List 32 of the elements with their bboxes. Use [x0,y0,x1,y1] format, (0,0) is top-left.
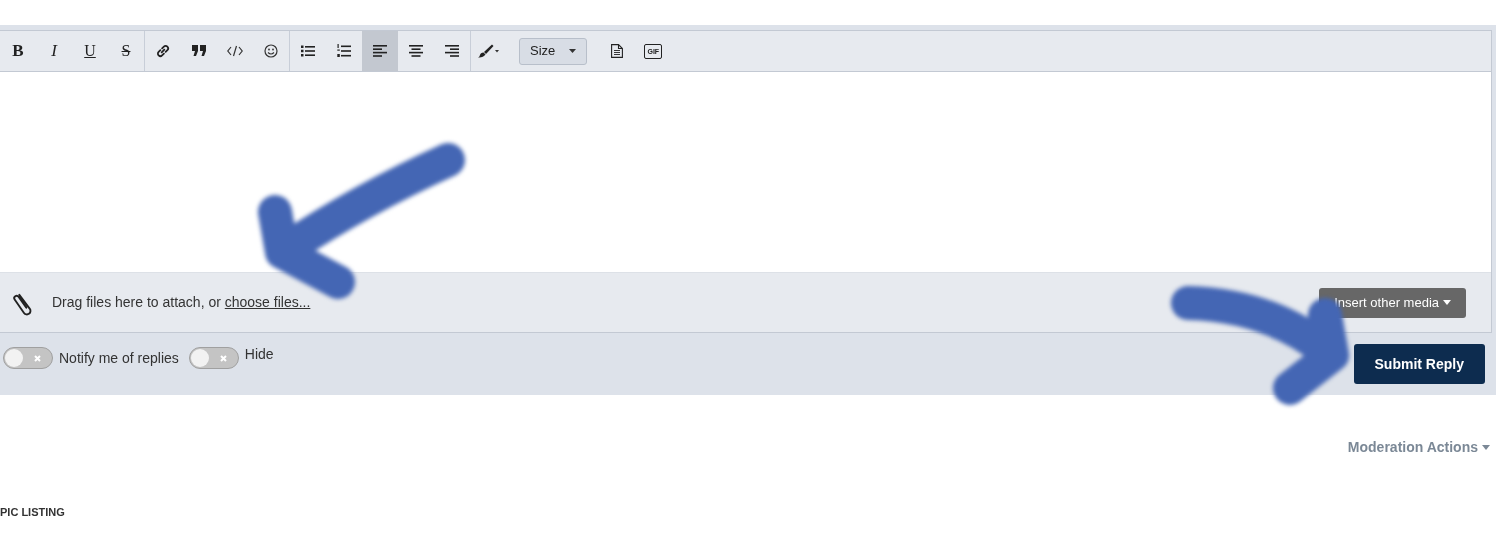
quote-icon [192,45,206,57]
toggle-switch[interactable] [188,347,239,369]
option-label: Hide [244,345,274,364]
caret-icon [1443,300,1451,305]
document-icon [611,44,624,58]
option-label: Notify me of replies [59,348,179,368]
code-icon [227,45,243,57]
x-icon [219,355,227,362]
submit-reply-button[interactable]: Submit Reply [1353,344,1485,384]
toggle-switch[interactable] [3,347,53,369]
size-dropdown[interactable]: Size [519,37,588,65]
link-icon [156,44,170,58]
insert-media-button[interactable]: Insert other media [1319,287,1466,318]
moderation-actions-link[interactable]: Moderation Actions [1347,437,1490,458]
attach-hint: Drag files here to attach, or choose files... [52,293,311,312]
caret-icon [1482,445,1490,450]
brush-icon [478,44,500,58]
strike-button[interactable]: S [108,31,144,71]
bullet-list-icon [301,45,315,57]
x-icon [34,355,41,362]
italic-button[interactable]: I [36,31,72,71]
align-left-icon [373,45,387,57]
underline-button[interactable]: U [72,31,108,71]
align-center-icon [409,45,423,57]
bold-button[interactable]: B [0,31,36,71]
caret-icon [569,49,577,53]
align-left-button[interactable] [362,31,398,71]
section-heading: PIC LISTING [0,505,66,520]
choose-files-link[interactable]: choose files... [224,294,311,310]
numbered-list-icon [337,44,351,58]
align-right-icon [445,45,459,57]
smiley-icon [264,44,278,58]
